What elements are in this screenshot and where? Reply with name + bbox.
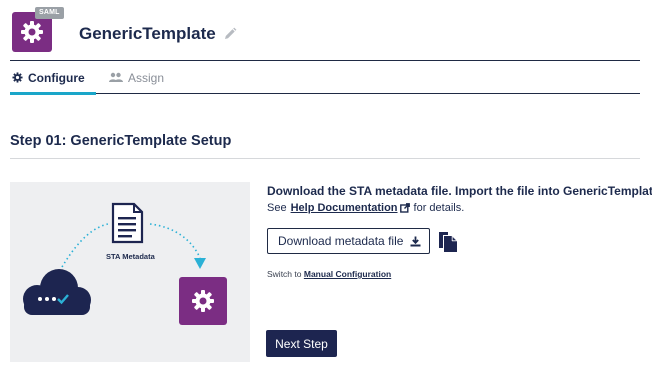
divider [10, 158, 640, 159]
switch-prefix: Switch to [267, 269, 302, 279]
see-prefix: See [267, 202, 287, 214]
help-documentation-link[interactable]: Help Documentation [291, 202, 398, 214]
download-button-label: Download metadata file [278, 234, 404, 248]
gear-icon [12, 72, 23, 83]
download-metadata-button[interactable]: Download metadata file [267, 228, 430, 254]
document-icon [111, 202, 144, 244]
pencil-icon[interactable] [223, 27, 237, 41]
see-suffix: for details. [413, 202, 465, 214]
instruction-text: Download the STA metadata file. Import t… [267, 184, 652, 198]
gear-icon [21, 21, 43, 43]
manual-configuration-link[interactable]: Manual Configuration [304, 269, 391, 279]
switch-line: Switch to Manual Configuration [267, 269, 391, 279]
step-title: Step 01: GenericTemplate Setup [10, 133, 232, 149]
tab-assign[interactable]: Assign [109, 61, 164, 94]
tab-bar: Configure Assign [10, 60, 640, 95]
saml-badge: SAML [35, 7, 64, 19]
external-link-icon[interactable] [399, 203, 410, 213]
cloud-icon [23, 269, 91, 315]
tab-configure[interactable]: Configure [10, 61, 96, 95]
arrow-head [194, 258, 206, 269]
tab-configure-label: Configure [28, 70, 85, 85]
next-step-button[interactable]: Next Step [266, 330, 337, 357]
copy-icon[interactable] [438, 231, 458, 253]
tab-assign-label: Assign [128, 70, 165, 85]
app-name: GenericTemplate [79, 24, 216, 43]
page-title: GenericTemplate [79, 24, 237, 44]
download-icon [410, 236, 421, 246]
metadata-illustration: STA Metadata [10, 182, 250, 362]
gear-icon [179, 277, 227, 325]
users-icon [109, 72, 123, 82]
sta-metadata-label: STA Metadata [106, 252, 155, 261]
help-line: See Help Documentation for details. [267, 202, 464, 214]
